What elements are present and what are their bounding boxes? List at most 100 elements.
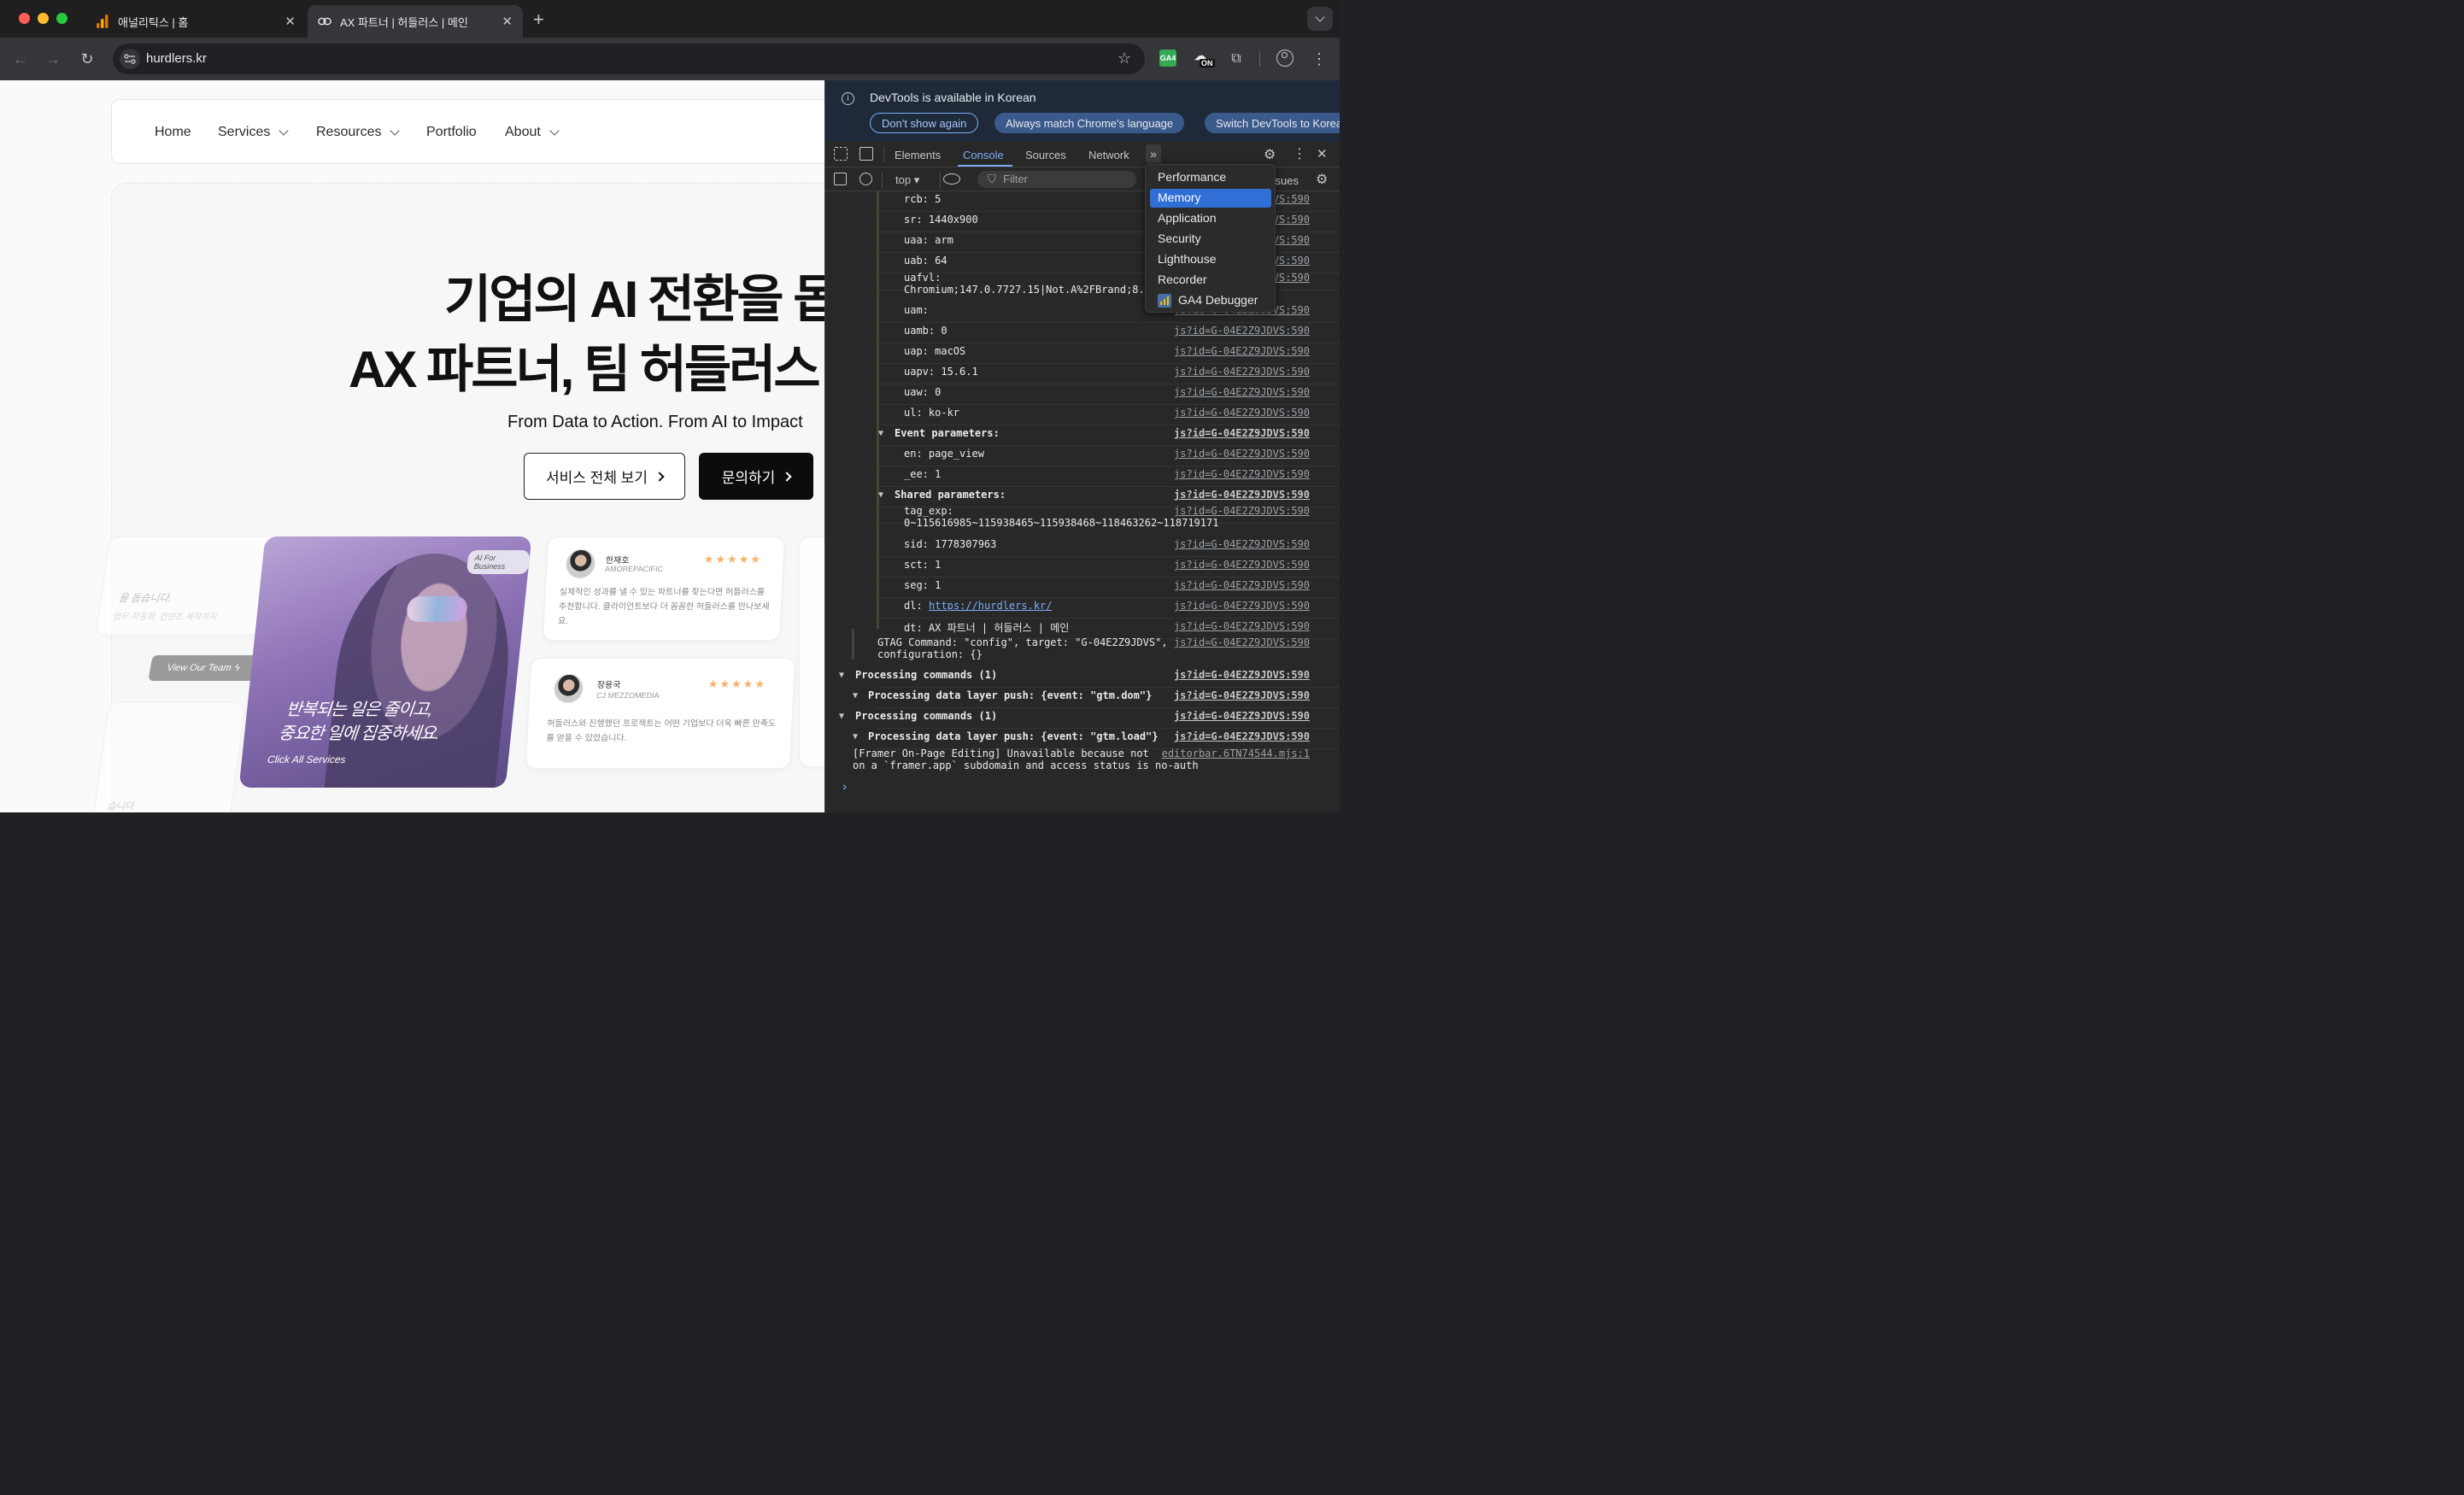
new-tab-button[interactable]: + — [533, 9, 544, 31]
settings-gear-icon[interactable]: ⚙ — [1264, 146, 1276, 163]
close-window-button[interactable] — [19, 13, 30, 24]
more-tabs-icon[interactable]: » — [1146, 144, 1161, 163]
console-source-link[interactable]: js?id=G-04E2Z9JDVS:590 — [1174, 559, 1310, 571]
close-tab-icon[interactable]: ✕ — [285, 14, 296, 29]
console-source-link[interactable]: js?id=G-04E2Z9JDVS:590 — [1174, 579, 1310, 591]
ai-business-promo-card[interactable]: AI For Business 반복되는 일은 줄이고, 중요한 일에 집중하세… — [238, 536, 532, 788]
menu-item-recorder[interactable]: Recorder — [1150, 271, 1271, 290]
clear-console-icon[interactable] — [859, 173, 872, 185]
console-source-link[interactable]: js?id=G-04E2Z9JDVS:590 — [1174, 538, 1310, 550]
back-arrow-icon[interactable]: ← — [9, 48, 32, 70]
tab-hurdlers[interactable]: AX 파트너 | 허들러스 | 메인 ✕ — [308, 5, 523, 38]
console-source-link[interactable]: js?id=G-04E2Z9JDVS:590 — [1174, 636, 1310, 648]
expand-triangle-icon[interactable]: ▼ — [853, 691, 858, 701]
nav-services[interactable]: Services — [218, 125, 290, 140]
nav-portfolio[interactable]: Portfolio — [426, 125, 477, 140]
sidebar-toggle-icon[interactable] — [834, 173, 847, 185]
switch-devtools-language-button[interactable]: Switch DevTools to Korean — [1205, 113, 1340, 133]
tab-network[interactable]: Network — [1088, 149, 1129, 161]
context-selector[interactable]: top ▾ — [895, 173, 919, 187]
on-extension-icon[interactable]: ☁ ON — [1194, 49, 1215, 69]
live-expression-eye-icon[interactable] — [943, 173, 960, 185]
expand-triangle-icon[interactable]: ▼ — [878, 490, 883, 500]
click-all-services-link[interactable]: Click All Services — [267, 753, 346, 765]
console-message: GTAG Command: "config", target: "G-04E2Z… — [877, 636, 1168, 648]
chrome-menu-icon[interactable]: ⋮ — [1308, 48, 1330, 70]
console-message[interactable]: Processing commands (1) — [855, 710, 997, 722]
console-source-link[interactable]: js?id=G-04E2Z9JDVS:590 — [1174, 407, 1310, 419]
row-separator — [877, 486, 1340, 487]
reload-icon[interactable]: ↻ — [76, 48, 98, 70]
dont-show-again-button[interactable]: Don't show again — [870, 113, 979, 133]
console-message[interactable]: Shared parameters: — [895, 489, 1006, 501]
puzzle-extensions-icon[interactable]: ⧉ — [1225, 48, 1247, 70]
card-text: 습니다. — [106, 801, 137, 812]
menu-item-ga4-debugger[interactable]: GA4 Debugger — [1150, 291, 1271, 310]
expand-triangle-icon[interactable]: ▼ — [839, 671, 844, 680]
tab-analytics[interactable]: 애널리틱스 | 홈 ✕ — [85, 5, 306, 38]
console-source-link[interactable]: js?id=G-04E2Z9JDVS:590 — [1174, 489, 1310, 501]
nav-about[interactable]: About — [505, 125, 560, 140]
bookmark-star-icon[interactable]: ☆ — [1118, 50, 1131, 67]
menu-item-performance[interactable]: Performance — [1150, 168, 1271, 187]
console-message[interactable]: Processing data layer push: {event: "gtm… — [868, 730, 1159, 742]
console-source-link[interactable]: js?id=G-04E2Z9JDVS:590 — [1174, 325, 1310, 337]
tab-elements[interactable]: Elements — [895, 149, 941, 161]
console-source-link[interactable]: js?id=G-04E2Z9JDVS:590 — [1174, 505, 1310, 517]
devtools-menu-icon[interactable]: ⋮ — [1293, 145, 1306, 162]
testimonial-company: CJ MEZZOMEDIA — [595, 691, 660, 700]
forward-arrow-icon[interactable]: → — [42, 48, 64, 70]
tab-search-button[interactable] — [1307, 7, 1333, 31]
console-source-link[interactable]: js?id=G-04E2Z9JDVS:590 — [1174, 689, 1310, 701]
expand-triangle-icon[interactable]: ▼ — [839, 712, 844, 721]
console-source-link[interactable]: js?id=G-04E2Z9JDVS:590 — [1174, 620, 1310, 632]
console-source-link[interactable]: js?id=G-04E2Z9JDVS:590 — [1174, 669, 1310, 681]
console-source-link[interactable]: js?id=G-04E2Z9JDVS:590 — [1174, 468, 1310, 480]
console-settings-gear-icon[interactable]: ⚙ — [1316, 171, 1328, 188]
console-source-link[interactable]: js?id=G-04E2Z9JDVS:590 — [1174, 386, 1310, 398]
expand-triangle-icon[interactable]: ▼ — [853, 732, 858, 742]
site-info-icon[interactable] — [120, 49, 140, 69]
expand-triangle-icon[interactable]: ▼ — [878, 429, 883, 438]
chevron-down-icon — [390, 126, 401, 136]
inspect-element-icon[interactable] — [834, 147, 848, 161]
menu-item-memory[interactable]: Memory — [1150, 189, 1271, 208]
console-message[interactable]: Event parameters: — [895, 427, 1000, 439]
close-devtools-icon[interactable]: ✕ — [1317, 146, 1328, 161]
view-our-team-button[interactable]: View Our Team ϟ — [148, 655, 259, 681]
minimize-window-button[interactable] — [38, 13, 49, 24]
nav-home[interactable]: Home — [155, 125, 191, 140]
profile-avatar-icon[interactable] — [1276, 50, 1294, 67]
menu-item-lighthouse[interactable]: Lighthouse — [1150, 250, 1271, 269]
tab-console[interactable]: Console — [963, 149, 1004, 161]
close-tab-icon[interactable]: ✕ — [502, 14, 513, 29]
testimonial-quote: 실제적인 성과를 낼 수 있는 파트너를 찾는다면 허들러스를 추천합니다. 클… — [557, 588, 770, 626]
tab-sources[interactable]: Sources — [1025, 149, 1066, 161]
console-source-link[interactable]: js?id=G-04E2Z9JDVS:590 — [1174, 448, 1310, 460]
address-bar[interactable]: hurdlers.kr ☆ — [113, 44, 1145, 74]
console-url-link[interactable]: https://hurdlers.kr/ — [929, 600, 1053, 612]
devtools-language-infobar: i DevTools is available in Korean Don't … — [825, 80, 1340, 142]
contact-button[interactable]: 문의하기 — [699, 453, 813, 500]
console-message[interactable]: Processing data layer push: {event: "gtm… — [868, 689, 1152, 701]
device-toolbar-icon[interactable] — [859, 147, 873, 161]
zoom-window-button[interactable] — [56, 13, 67, 24]
console-source-link[interactable]: js?id=G-04E2Z9JDVS:590 — [1174, 345, 1310, 357]
always-match-language-button[interactable]: Always match Chrome's language — [994, 113, 1185, 133]
nav-resources[interactable]: Resources — [316, 125, 401, 140]
console-source-link[interactable]: js?id=G-04E2Z9JDVS:590 — [1174, 710, 1310, 722]
console-prompt[interactable]: › — [841, 779, 848, 794]
nav-label: Services — [218, 125, 271, 139]
console-source-link[interactable]: js?id=G-04E2Z9JDVS:590 — [1174, 427, 1310, 439]
menu-item-application[interactable]: Application — [1150, 209, 1271, 228]
console-message: en: page_view — [904, 448, 984, 460]
view-all-services-button[interactable]: 서비스 전체 보기 — [524, 453, 685, 500]
console-source-link[interactable]: js?id=G-04E2Z9JDVS:590 — [1174, 366, 1310, 378]
ga4-extension-icon[interactable]: GA4 — [1159, 50, 1176, 67]
console-source-link[interactable]: js?id=G-04E2Z9JDVS:590 — [1174, 730, 1310, 742]
console-source-link[interactable]: editorbar.6TN74544.mjs:1 — [1162, 748, 1310, 759]
console-source-link[interactable]: js?id=G-04E2Z9JDVS:590 — [1174, 600, 1310, 612]
console-message[interactable]: Processing commands (1) — [855, 669, 997, 681]
console-filter-input[interactable]: ⛉ Filter — [977, 171, 1136, 188]
menu-item-security[interactable]: Security — [1150, 230, 1271, 249]
